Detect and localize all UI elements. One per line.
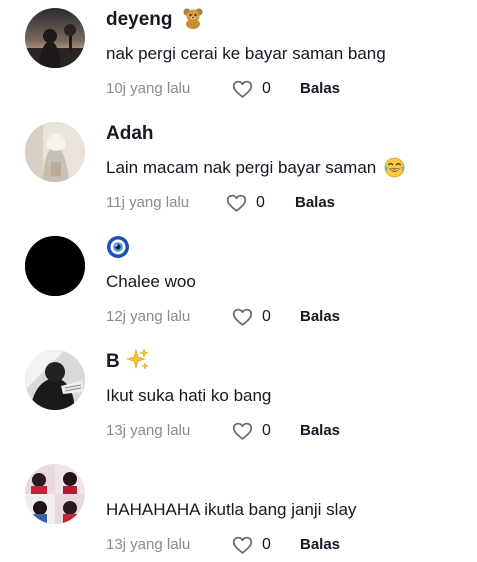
timestamp: 10j yang lalu <box>106 80 191 97</box>
like-button[interactable]: 0 <box>232 534 271 556</box>
like-count: 0 <box>262 80 271 97</box>
like-button[interactable]: 0 <box>226 192 265 214</box>
timestamp: 13j yang lalu <box>106 422 191 439</box>
avatar[interactable] <box>25 350 85 410</box>
comment-text-content: Lain macam nak pergi bayar saman <box>106 158 377 177</box>
reply-button[interactable]: Balas <box>300 420 340 442</box>
heart-icon <box>232 80 253 98</box>
timestamp: 12j yang lalu <box>106 308 191 325</box>
heart-icon <box>232 422 253 440</box>
comment-text: nak pergi cerai ke bayar saman bang <box>106 44 386 63</box>
username[interactable]: Adah <box>106 122 154 146</box>
username[interactable]: deyeng <box>106 8 204 32</box>
avatar-image <box>25 464 85 524</box>
like-button[interactable]: 0 <box>232 78 271 100</box>
like-count: 0 <box>262 536 271 553</box>
like-count: 0 <box>256 194 265 211</box>
username-text: Adah <box>106 123 154 144</box>
sparkles-icon <box>126 348 149 370</box>
like-button[interactable]: 0 <box>232 306 271 328</box>
nazar-amulet-icon <box>107 235 129 258</box>
avatar-image <box>25 122 85 182</box>
avatar-image <box>25 8 85 68</box>
username[interactable] <box>106 235 130 260</box>
reply-button[interactable]: Balas <box>300 534 340 556</box>
comment-text: Chalee woo <box>106 272 196 291</box>
username-text: deyeng <box>106 9 173 30</box>
avatar[interactable] <box>25 236 85 296</box>
avatar-image <box>25 350 85 410</box>
avatar[interactable] <box>25 122 85 182</box>
reply-button[interactable]: Balas <box>300 78 340 100</box>
avatar[interactable] <box>25 464 85 524</box>
username[interactable]: B <box>106 348 150 374</box>
tears-of-joy-icon <box>384 157 405 177</box>
reply-button[interactable]: Balas <box>295 192 335 214</box>
heart-icon <box>232 536 253 554</box>
heart-icon <box>232 308 253 326</box>
timestamp: 13j yang lalu <box>106 536 191 553</box>
like-count: 0 <box>262 422 271 439</box>
like-count: 0 <box>262 308 271 325</box>
username-text: B <box>106 351 120 372</box>
comment-text: Lain macam nak pergi bayar saman <box>106 157 405 179</box>
avatar[interactable] <box>25 8 85 68</box>
timestamp: 11j yang lalu <box>106 194 190 211</box>
heart-icon <box>226 194 247 212</box>
reply-button[interactable]: Balas <box>300 306 340 328</box>
teddy-bear-icon <box>183 8 203 29</box>
comment-text: Ikut suka hati ko bang <box>106 386 272 405</box>
avatar-image <box>25 236 85 296</box>
comment-text: HAHAHAHA ikutla bang janji slay <box>106 500 357 519</box>
like-button[interactable]: 0 <box>232 420 271 442</box>
